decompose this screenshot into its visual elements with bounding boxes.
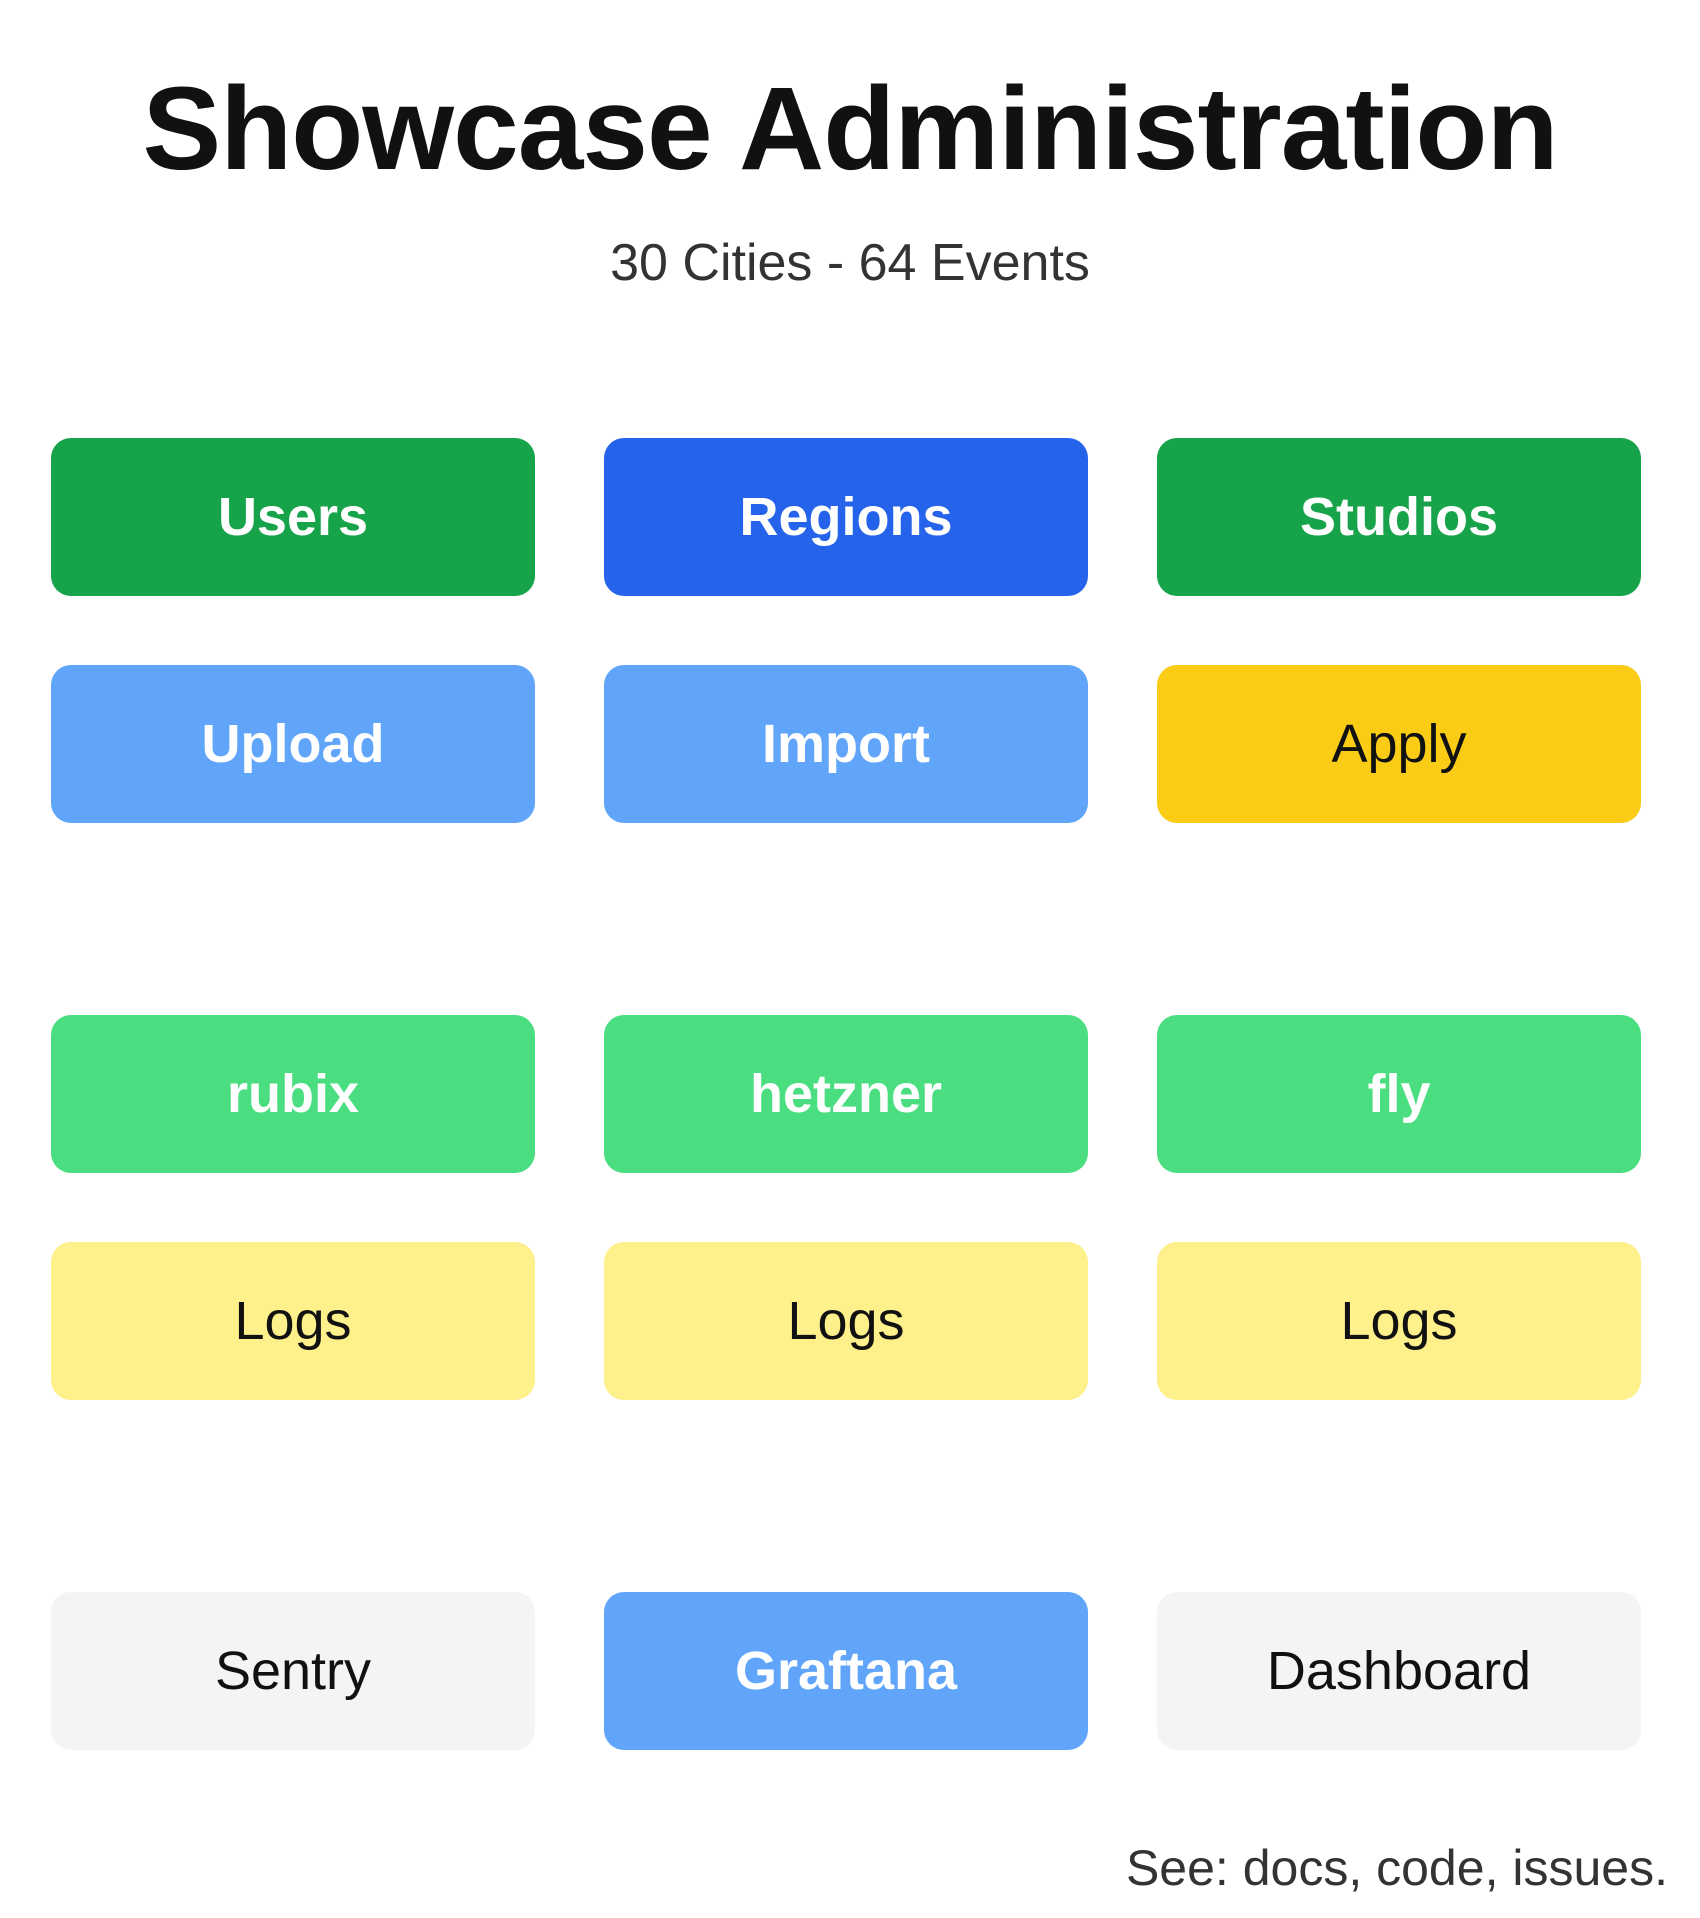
docs-link[interactable]: docs [1243,1840,1349,1896]
monitoring-button-grid: Sentry Graftana Dashboard [51,1592,1642,1750]
graftana-button[interactable]: Graftana [604,1592,1088,1750]
host-button-grid: rubix hetzner fly Logs Logs Logs [51,1015,1642,1400]
logs-hetzner-button[interactable]: Logs [604,1242,1088,1400]
host-rubix-button[interactable]: rubix [51,1015,535,1173]
admin-page: Showcase Administration 30 Cities - 64 E… [0,0,1700,1918]
footer-separator: , [1484,1840,1513,1896]
logs-rubix-button[interactable]: Logs [51,1242,535,1400]
host-hetzner-button[interactable]: hetzner [604,1015,1088,1173]
users-button[interactable]: Users [51,438,535,596]
dashboard-button[interactable]: Dashboard [1157,1592,1641,1750]
apply-button[interactable]: Apply [1157,665,1641,823]
footer-suffix: . [1654,1840,1668,1896]
regions-button[interactable]: Regions [604,438,1088,596]
sentry-button[interactable]: Sentry [51,1592,535,1750]
studios-button[interactable]: Studios [1157,438,1641,596]
import-button[interactable]: Import [604,665,1088,823]
issues-link[interactable]: issues [1512,1840,1654,1896]
logs-fly-button[interactable]: Logs [1157,1242,1641,1400]
page-title: Showcase Administration [142,63,1558,195]
footer-links: See: docs, code, issues. [1126,1843,1668,1893]
host-fly-button[interactable]: fly [1157,1015,1641,1173]
footer-separator: , [1348,1840,1377,1896]
upload-button[interactable]: Upload [51,665,535,823]
page-subtitle: 30 Cities - 64 Events [610,234,1090,292]
footer-prefix: See: [1125,1840,1243,1896]
admin-button-grid: Users Regions Studios Upload Import Appl… [51,438,1642,823]
code-link[interactable]: code [1376,1840,1484,1896]
